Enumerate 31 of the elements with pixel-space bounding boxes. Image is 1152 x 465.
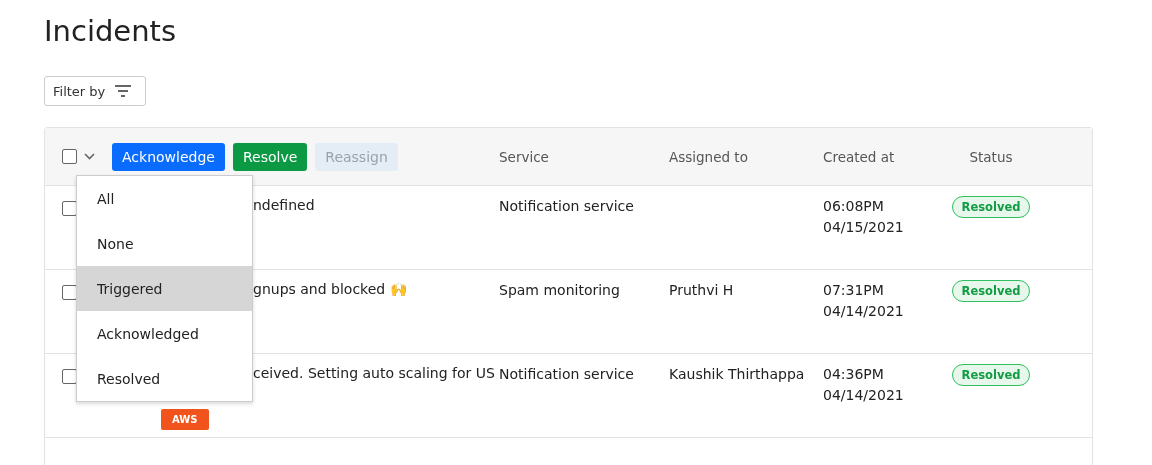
created-at-cell-text: 07:31PM 04/14/2021 [823,281,905,321]
service-cell-text: Notification service [499,197,635,216]
status-badge: Resolved [951,196,1031,218]
created-at-cell-text: 06:08PM 04/15/2021 [823,197,905,237]
assignee-cell-text: Pruthvi H [669,281,735,300]
status-badge: Resolved [951,364,1031,386]
menu-item[interactable]: All [77,176,252,221]
bulk-action-button[interactable]: Acknowledge [112,142,225,171]
assignee-cell-text: Kaushik Thirthappa [669,365,806,384]
service-cell-text: Notification service [499,365,635,384]
incident-title: ndefined [253,197,316,213]
filter-button[interactable]: Filter by [44,76,147,106]
chevron-down-icon[interactable] [84,153,95,160]
service-cell-text: Spam monitoring [499,281,621,300]
bulk-action-button[interactable]: Resolve [232,142,308,171]
column-header: Status [968,148,1014,165]
menu-item[interactable]: Resolved [77,356,252,401]
incident-title: ceived. Setting auto scaling for US [253,365,496,381]
page-title: Incidents [44,14,178,50]
status-badge: Resolved [951,280,1031,302]
incident-title: gnups and blocked 🙌 [253,281,408,297]
created-at-cell-text: 04:36PM 04/14/2021 [823,365,905,405]
menu-item[interactable]: Acknowledged [77,311,252,356]
incident-tag: AWS [161,409,209,430]
filter-icon [115,85,132,97]
select-all-checkbox[interactable] [62,149,77,164]
column-header: Assigned to [669,148,749,165]
menu-item[interactable]: None [77,221,252,266]
column-header: Created at [823,148,896,165]
menu-item[interactable]: Triggered [77,266,252,311]
column-header: Service [499,148,550,165]
